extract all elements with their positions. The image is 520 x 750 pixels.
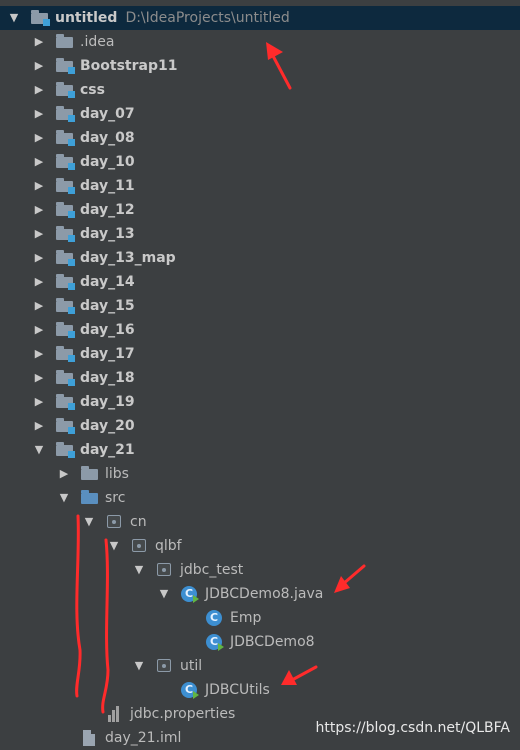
annotation-line [75,514,82,698]
annotation-arrow [270,52,292,90]
annotation-overlay [75,42,366,714]
annotation-arrow [341,564,366,586]
annotation-arrow [290,665,318,682]
annotation-line [101,538,110,714]
watermark: https://blog.csdn.net/QLBFA [315,720,510,736]
